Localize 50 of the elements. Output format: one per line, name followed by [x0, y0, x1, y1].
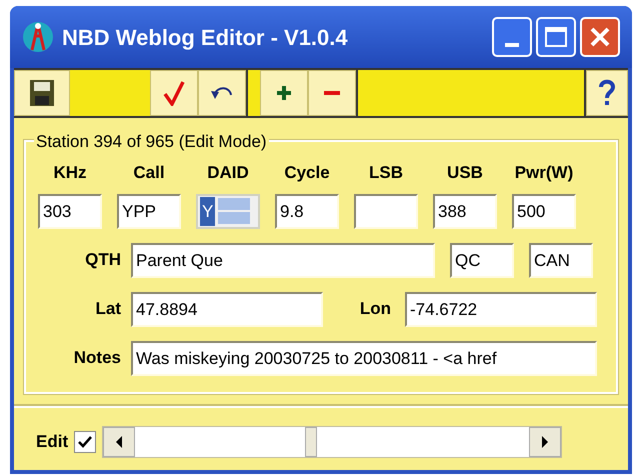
help-icon	[598, 79, 616, 107]
input-field[interactable]: 500	[512, 194, 576, 228]
checkmark-icon	[163, 80, 185, 106]
column-label: USB	[447, 162, 483, 184]
help-button[interactable]	[586, 70, 628, 116]
minus-icon	[324, 90, 340, 96]
window-title: NBD Weblog Editor - V1.0.4	[62, 24, 348, 52]
input-field[interactable]: QC	[450, 242, 514, 278]
input-field[interactable]: CAN	[529, 242, 593, 278]
field-label: Lon	[358, 298, 392, 320]
field-label: Notes	[72, 347, 122, 370]
column-label: Call	[133, 162, 165, 184]
edit-label: Edit	[36, 431, 68, 454]
input-field[interactable]: 47.8894	[131, 292, 323, 326]
left-arrow-icon	[115, 436, 124, 448]
input-field[interactable]: 303	[38, 194, 102, 228]
undo-icon	[210, 85, 234, 101]
minimize-button[interactable]	[492, 17, 532, 57]
undo-button[interactable]	[198, 70, 246, 116]
scroll-thumb[interactable]	[305, 427, 318, 457]
scroll-left-button[interactable]	[103, 427, 136, 457]
edit-checkbox[interactable]	[74, 431, 96, 453]
column-label: DAID	[207, 162, 249, 184]
plus-icon	[276, 85, 292, 101]
save-button[interactable]	[14, 70, 70, 116]
add-button[interactable]	[260, 70, 308, 116]
confirm-button[interactable]	[150, 70, 198, 116]
column-label: Pwr(W)	[514, 162, 574, 184]
maximize-button[interactable]	[536, 17, 576, 57]
input-field[interactable]	[354, 194, 418, 228]
column-label: Cycle	[284, 162, 330, 184]
field-label: Lat	[94, 298, 122, 320]
scroll-right-button[interactable]	[529, 427, 562, 457]
input-field[interactable]: Parent Que	[131, 242, 435, 278]
input-field[interactable]: 9.8	[275, 194, 339, 228]
column-label: LSB	[369, 162, 403, 184]
input-field[interactable]: -74.6722	[405, 292, 597, 326]
input-field[interactable]: Was miskeying 20030725 to 20030811 - <a href	[131, 340, 597, 376]
column-label: KHz	[53, 162, 87, 184]
check-icon	[78, 436, 92, 448]
input-field[interactable]: YPP	[117, 194, 181, 228]
field-label: QTH	[84, 249, 122, 272]
right-arrow-icon	[541, 436, 550, 448]
close-button[interactable]	[580, 17, 620, 57]
spin-field[interactable]: Y	[196, 194, 260, 228]
scrollbar[interactable]	[102, 426, 562, 458]
beacon-icon	[22, 20, 54, 54]
close-icon	[589, 26, 611, 48]
input-field[interactable]: 388	[433, 194, 497, 228]
remove-button[interactable]	[308, 70, 356, 116]
